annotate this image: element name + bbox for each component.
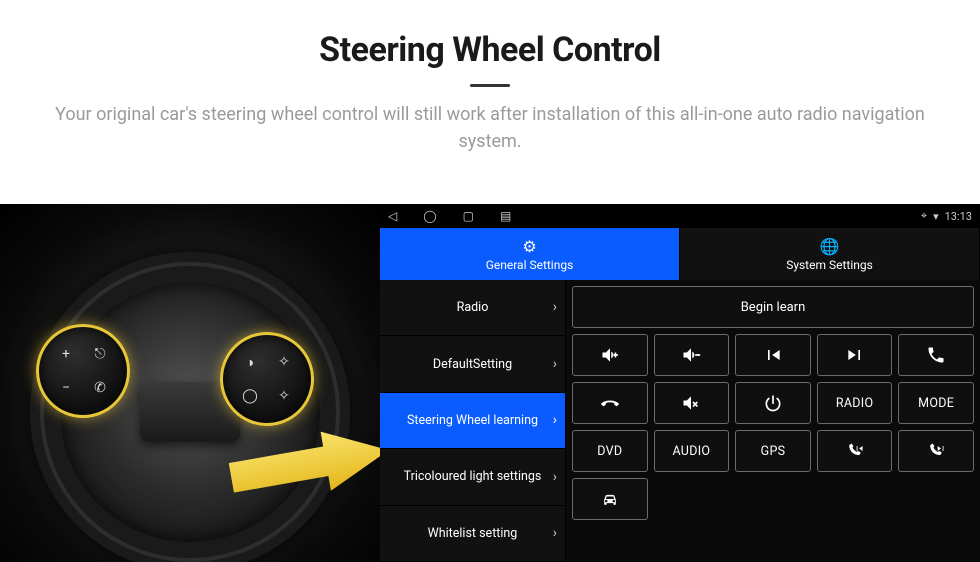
sidebar-item-label: Tricoloured light settings <box>404 469 542 484</box>
tab-label: System Settings <box>786 258 873 272</box>
call-button[interactable] <box>898 334 974 376</box>
prev-track-button[interactable] <box>735 334 811 376</box>
car-icon <box>600 489 620 509</box>
vol-up-button[interactable] <box>572 334 648 376</box>
next-icon <box>845 345 865 365</box>
button-label: MODE <box>918 396 954 411</box>
head-unit-screen: ◁ ◯ ▢ ▤ ⌖ ▾ 13:13 ⚙ General Settings 🌐 S… <box>380 204 980 562</box>
steering-wheel-photo: + ⎋ − ✆ ◑ ✧ ◯ ✧ <box>0 204 380 562</box>
mute-icon <box>681 393 701 413</box>
next-track-button[interactable] <box>817 334 893 376</box>
call-next-button[interactable] <box>898 430 974 472</box>
pad-btn: ⎋ <box>83 337 117 371</box>
volume-up-icon <box>600 345 620 365</box>
sidebar-item-radio[interactable]: Radio › <box>380 280 566 336</box>
sidebar-item-label: Whitelist setting <box>428 526 518 541</box>
tab-general-settings[interactable]: ⚙ General Settings <box>380 228 680 280</box>
sidebar-item-label: DefaultSetting <box>433 357 512 372</box>
phone-icon <box>926 345 946 365</box>
power-icon <box>763 393 783 413</box>
settings-sidebar: Radio › DefaultSetting › Steering Wheel … <box>380 280 566 562</box>
chevron-right-icon: › <box>553 356 557 373</box>
tab-label: General Settings <box>486 258 574 272</box>
page-subtitle: Your original car's steering wheel contr… <box>40 101 940 155</box>
radio-button[interactable]: RADIO <box>817 382 893 424</box>
phone-next-icon <box>926 441 946 461</box>
tab-system-settings[interactable]: 🌐 System Settings <box>680 228 980 280</box>
empty-slot <box>735 478 811 520</box>
button-label: AUDIO <box>672 444 710 459</box>
pad-btn: ✆ <box>83 371 117 405</box>
begin-learn-button[interactable]: Begin learn <box>572 286 974 328</box>
wheel-button-pad-left: + ⎋ − ✆ <box>36 324 130 418</box>
hangup-icon <box>600 393 620 413</box>
prev-icon <box>763 345 783 365</box>
wifi-icon: ▾ <box>933 210 939 223</box>
button-label: GPS <box>761 444 786 459</box>
gps-icon: ⌖ <box>921 209 927 223</box>
pad-btn: + <box>49 337 83 371</box>
button-label: RADIO <box>836 396 874 411</box>
pad-btn: ◑ <box>233 345 267 379</box>
title-divider <box>470 84 510 87</box>
car-button[interactable] <box>572 478 648 520</box>
back-icon[interactable]: ◁ <box>388 209 397 223</box>
empty-slot <box>654 478 730 520</box>
sidebar-item-label: Radio <box>457 300 489 315</box>
button-label: Begin learn <box>741 300 806 315</box>
vol-down-button[interactable] <box>654 334 730 376</box>
wheel-button-pad-right: ◑ ✧ ◯ ✧ <box>220 332 314 426</box>
clock: 13:13 <box>945 210 972 223</box>
mute-button[interactable] <box>654 382 730 424</box>
audio-button[interactable]: AUDIO <box>654 430 730 472</box>
app-icon[interactable]: ▤ <box>500 209 511 223</box>
sidebar-item-steering-wheel-learning[interactable]: Steering Wheel learning › <box>380 393 566 449</box>
chevron-right-icon: › <box>553 525 557 542</box>
android-statusbar: ◁ ◯ ▢ ▤ ⌖ ▾ 13:13 <box>380 204 980 228</box>
pad-btn: ✧ <box>267 345 301 379</box>
dvd-button[interactable]: DVD <box>572 430 648 472</box>
sidebar-item-tricoloured-light[interactable]: Tricoloured light settings › <box>380 449 566 505</box>
sidebar-item-label: Steering Wheel learning <box>407 413 538 428</box>
pad-btn: ◯ <box>233 379 267 413</box>
recent-icon[interactable]: ▢ <box>463 209 474 223</box>
sidebar-item-default-setting[interactable]: DefaultSetting › <box>380 336 566 392</box>
chevron-right-icon: › <box>553 412 557 429</box>
phone-prev-icon <box>845 441 865 461</box>
home-icon[interactable]: ◯ <box>423 209 436 223</box>
learning-panel: Begin learn RADIO MODE DVD AUDIO GPS <box>566 280 980 562</box>
mode-button[interactable]: MODE <box>898 382 974 424</box>
page-title: Steering Wheel Control <box>40 30 940 70</box>
pad-btn: − <box>49 371 83 405</box>
globe-icon: 🌐 <box>820 237 840 256</box>
pad-btn: ✧ <box>267 379 301 413</box>
chevron-right-icon: › <box>553 469 557 486</box>
gear-icon: ⚙ <box>522 237 536 256</box>
chevron-right-icon: › <box>553 299 557 316</box>
gps-button[interactable]: GPS <box>735 430 811 472</box>
hangup-button[interactable] <box>572 382 648 424</box>
call-prev-button[interactable] <box>817 430 893 472</box>
empty-slot <box>898 478 974 520</box>
power-button[interactable] <box>735 382 811 424</box>
volume-down-icon <box>681 345 701 365</box>
empty-slot <box>817 478 893 520</box>
button-label: DVD <box>597 444 622 459</box>
sidebar-item-whitelist[interactable]: Whitelist setting › <box>380 506 566 562</box>
